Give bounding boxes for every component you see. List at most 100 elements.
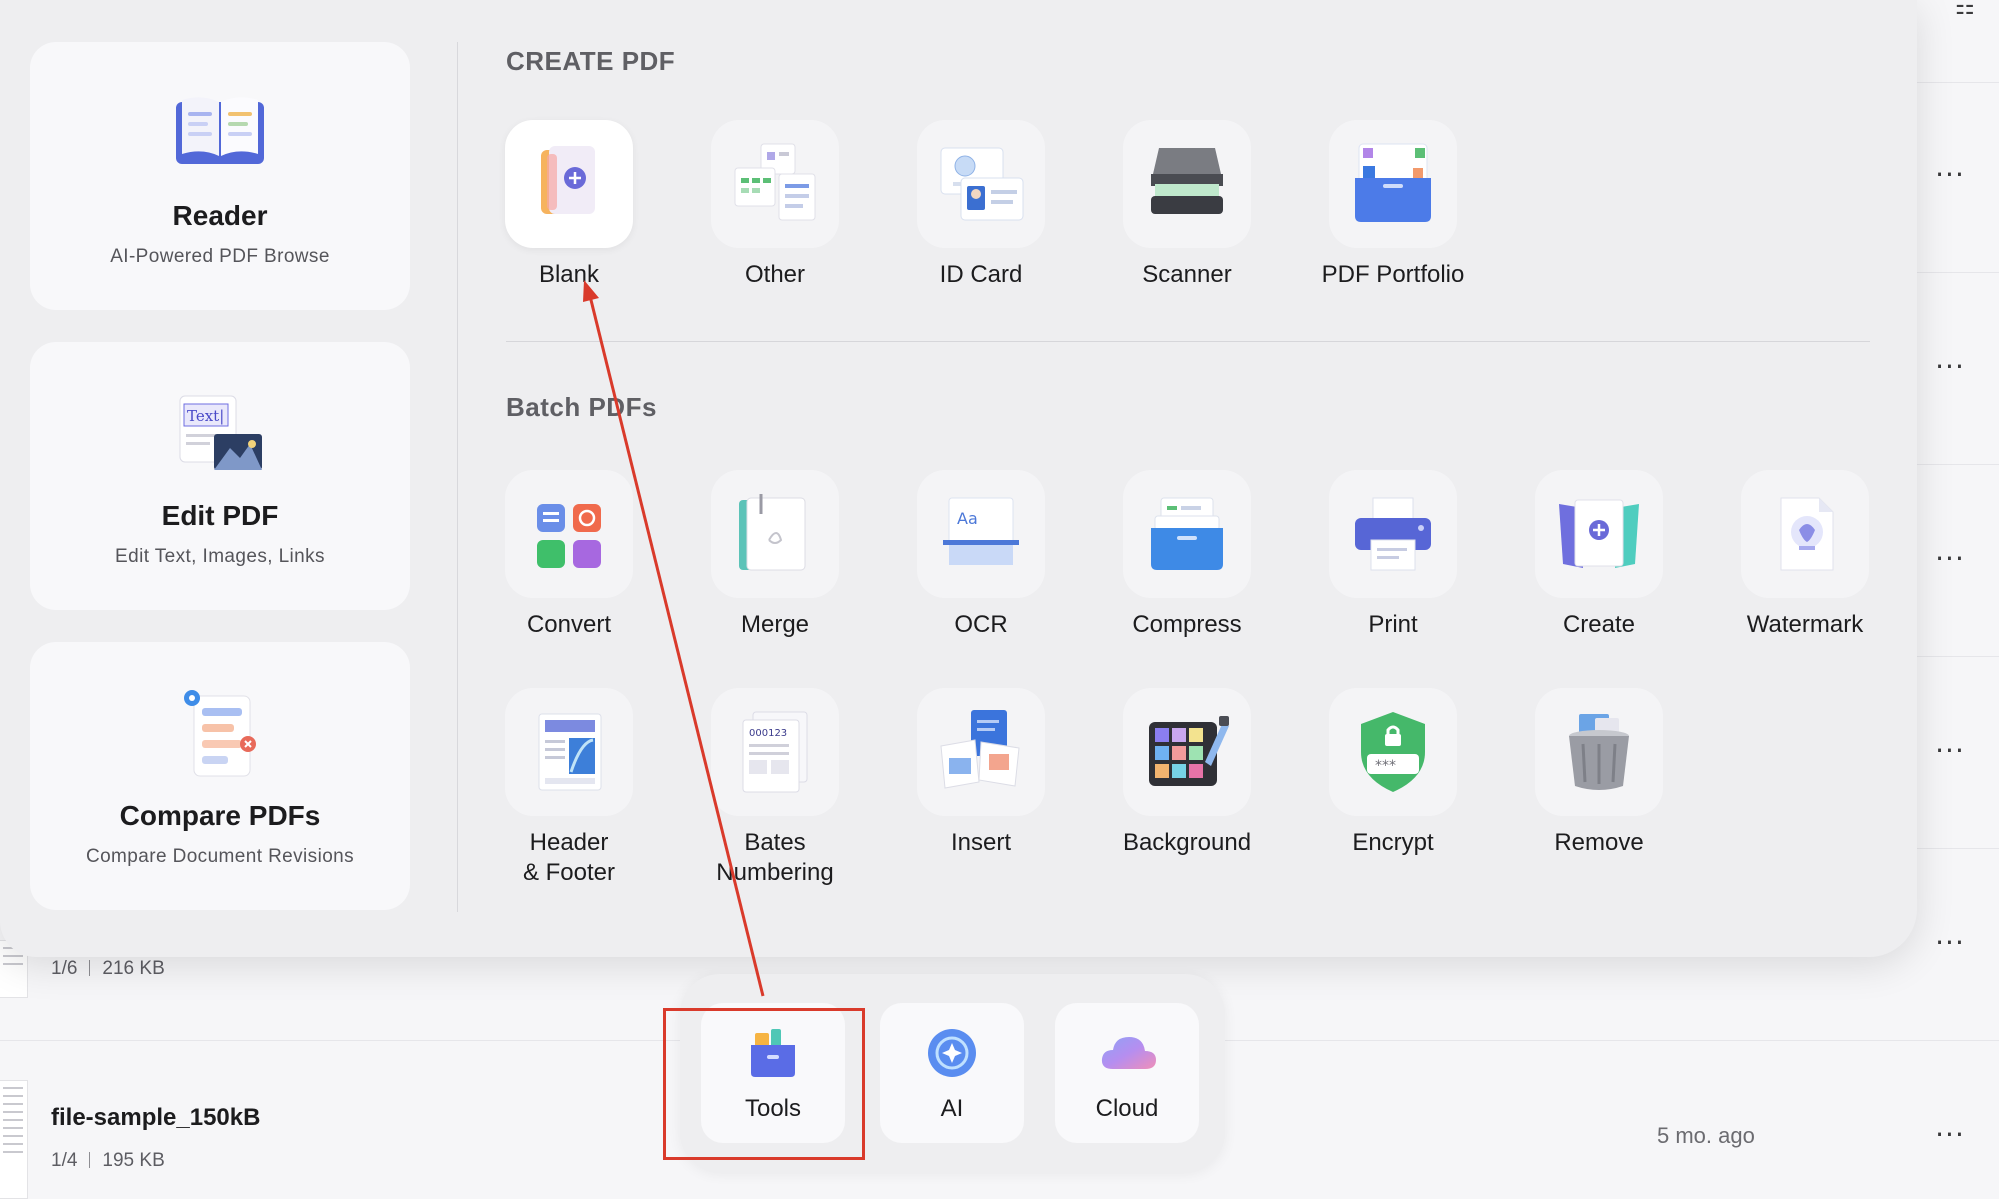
mode-subtitle: Compare Document Revisions: [85, 846, 355, 867]
tool-label: PDF Portfolio: [1321, 261, 1465, 288]
file-meta: 1/6 216 KB: [51, 958, 165, 980]
tool-pdf-portfolio[interactable]: PDF Portfolio: [1290, 120, 1496, 290]
svg-text:***: ***: [1375, 758, 1396, 774]
tool-label: Scanner: [1142, 261, 1232, 288]
tool-header-footer[interactable]: Header & Footer: [466, 688, 672, 888]
file-modified-time: 5 mo. ago: [1657, 1123, 1755, 1148]
edit-pdf-icon: Text|: [172, 390, 268, 479]
tool-label: Encrypt: [1352, 829, 1434, 856]
mode-title: Reader: [172, 200, 268, 231]
trash-icon: [1569, 714, 1629, 790]
tool-merge[interactable]: Merge: [672, 470, 878, 640]
mode-card-edit-pdf[interactable]: Text| Edit PDF Edit Text, Images, Links: [30, 342, 410, 610]
tool-compress[interactable]: Compress: [1084, 470, 1290, 640]
section-title-create-pdf: CREATE PDF: [506, 46, 676, 76]
print-icon: [1355, 497, 1431, 571]
mode-card-reader[interactable]: Reader AI-Powered PDF Browse: [30, 42, 410, 310]
tool-label: Bates Numbering: [672, 828, 878, 888]
file-size: 216 KB: [102, 958, 165, 979]
other-files-icon: [734, 143, 816, 221]
tool-label-line: Header: [529, 829, 609, 856]
tool-label: Remove: [1554, 829, 1644, 856]
compress-icon: [1151, 497, 1223, 570]
dock-cloud-button[interactable]: Cloud: [1055, 1003, 1199, 1143]
more-options-button[interactable]: ···: [1930, 929, 1970, 960]
convert-icon: [537, 504, 601, 568]
mode-title: Edit PDF: [161, 500, 279, 531]
tool-id-card[interactable]: ID Card: [878, 120, 1084, 290]
more-options-button[interactable]: ···: [1930, 545, 1970, 576]
merge-icon: [739, 494, 806, 571]
tool-label: ID Card: [939, 261, 1023, 288]
file-pages: 1/4: [51, 1150, 78, 1171]
tool-label: Convert: [526, 611, 612, 638]
tool-label: Compress: [1132, 611, 1242, 638]
tool-label-line: & Footer: [522, 859, 616, 886]
header-footer-icon: [538, 713, 602, 791]
dock-ai-button[interactable]: AI: [880, 1003, 1024, 1143]
mode-subtitle: Edit Text, Images, Links: [115, 546, 325, 567]
tool-ocr[interactable]: Aa OCR: [878, 470, 1084, 640]
tool-label: Blank: [538, 261, 600, 288]
tool-convert[interactable]: Convert: [466, 470, 672, 640]
ocr-icon: Aa: [943, 497, 1019, 565]
tool-label: Insert: [950, 829, 1012, 856]
tool-label: Watermark: [1746, 611, 1864, 638]
file-pages: 1/6: [51, 958, 78, 979]
background-icon: [1149, 716, 1229, 786]
scanner-icon: [1151, 148, 1223, 214]
tools-highlight-annotation: [663, 1008, 865, 1160]
bates-numbering-icon: 000123: [742, 711, 808, 793]
svg-text:Text|: Text|: [187, 407, 224, 425]
dock-label: Cloud: [1095, 1095, 1159, 1122]
portfolio-icon: [1355, 143, 1431, 222]
id-card-icon: [940, 147, 1024, 221]
mode-title: Compare PDFs: [119, 800, 321, 831]
file-meta: 1/4 195 KB: [51, 1150, 165, 1172]
encrypt-icon: ***: [1361, 712, 1425, 792]
tool-label-line: Numbering: [716, 859, 834, 886]
insert-icon: [940, 710, 1020, 789]
file-size: 195 KB: [102, 1150, 165, 1171]
more-options-button[interactable]: ···: [1930, 161, 1970, 192]
more-options-button[interactable]: ···: [1930, 353, 1970, 384]
tool-encrypt[interactable]: *** Encrypt: [1290, 688, 1496, 858]
svg-text:000123: 000123: [749, 728, 787, 739]
tool-label-line: Bates: [744, 829, 806, 856]
mode-subtitle: AI-Powered PDF Browse: [110, 246, 330, 267]
tool-label: Other: [744, 261, 806, 288]
tool-label: Create: [1562, 611, 1636, 638]
tool-blank[interactable]: Blank: [466, 120, 672, 290]
tool-label: Header & Footer: [466, 828, 672, 888]
dock-label: AI: [940, 1095, 964, 1122]
tool-label: Background: [1122, 829, 1252, 856]
tool-background[interactable]: Background: [1084, 688, 1290, 858]
more-options-button[interactable]: ···: [1930, 1121, 1970, 1152]
tool-create[interactable]: Create: [1496, 470, 1702, 640]
tool-watermark[interactable]: Watermark: [1702, 470, 1908, 640]
tool-label: Print: [1368, 611, 1418, 638]
tool-print[interactable]: Print: [1290, 470, 1496, 640]
mode-card-compare-pdfs[interactable]: Compare PDFs Compare Document Revisions: [30, 642, 410, 910]
tool-label: Merge: [740, 611, 810, 638]
tool-other[interactable]: Other: [672, 120, 878, 290]
tool-scanner[interactable]: Scanner: [1084, 120, 1290, 290]
tool-bates-numbering[interactable]: 000123 Bates Numbering: [672, 688, 878, 888]
tools-popover: Reader AI-Powered PDF Browse Text| Edit …: [0, 0, 1917, 957]
section-title-batch-pdfs: Batch PDFs: [506, 392, 657, 422]
file-name[interactable]: file-sample_150kB: [51, 1104, 260, 1132]
compare-docs-icon: [180, 686, 260, 787]
cloud-icon: [1099, 1025, 1159, 1086]
column-divider: [457, 42, 458, 912]
tool-remove[interactable]: Remove: [1496, 688, 1702, 858]
reader-book-icon: [172, 88, 268, 173]
tool-label: OCR: [954, 611, 1008, 638]
tool-insert[interactable]: Insert: [878, 688, 1084, 858]
section-divider: [506, 341, 1870, 342]
blank-page-icon: [541, 146, 595, 214]
svg-text:Aa: Aa: [957, 509, 978, 528]
create-icon: [1559, 499, 1639, 568]
more-options-button[interactable]: ···: [1930, 737, 1970, 768]
file-thumbnail[interactable]: [0, 1080, 28, 1199]
grid-view-icon[interactable]: ☷: [1955, 0, 1975, 20]
